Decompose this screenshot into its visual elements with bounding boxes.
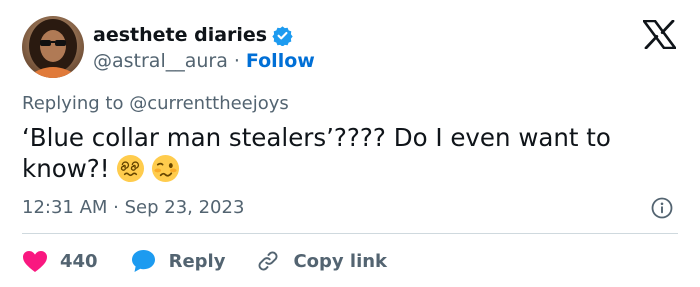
dizzy-face-emoji bbox=[116, 154, 145, 183]
profile-photo bbox=[22, 16, 84, 78]
speech-bubble-icon bbox=[131, 250, 155, 272]
reply-context: Replying to @currenttheejoys bbox=[22, 93, 289, 114]
author-handle[interactable]: @astral__aura bbox=[93, 50, 228, 72]
author-name-row: aesthete diaries bbox=[93, 22, 293, 48]
x-logo-icon[interactable] bbox=[642, 19, 677, 50]
verified-badge-icon bbox=[272, 25, 293, 47]
woozy-face-emoji bbox=[151, 154, 180, 183]
link-icon bbox=[258, 251, 278, 271]
info-icon[interactable] bbox=[651, 197, 673, 219]
reply-button[interactable]: Reply bbox=[131, 249, 226, 273]
separator-dot: · bbox=[233, 50, 240, 72]
like-count: 440 bbox=[60, 250, 98, 272]
author-handle-row: @astral__aura · Follow bbox=[93, 48, 315, 74]
follow-button[interactable]: Follow bbox=[246, 50, 315, 72]
tweet-body: ‘Blue collar man stealers’???? Do I even… bbox=[22, 122, 678, 184]
divider bbox=[22, 233, 678, 234]
avatar[interactable] bbox=[22, 16, 84, 78]
author-display-name[interactable]: aesthete diaries bbox=[93, 24, 267, 46]
copy-link-button[interactable]: Copy link bbox=[256, 249, 387, 273]
heart-icon bbox=[23, 250, 47, 272]
action-bar: 440 Reply Copy link bbox=[22, 246, 387, 276]
tweet-text: ‘Blue collar man stealers’???? Do I even… bbox=[22, 123, 611, 183]
tweet-timestamp[interactable]: 12:31 AM · Sep 23, 2023 bbox=[22, 197, 244, 218]
reply-label: Reply bbox=[168, 250, 226, 272]
copy-link-label: Copy link bbox=[293, 250, 388, 272]
tweet-card: aesthete diaries @astral__aura · Follow … bbox=[0, 0, 700, 287]
like-button[interactable]: 440 bbox=[22, 250, 98, 273]
